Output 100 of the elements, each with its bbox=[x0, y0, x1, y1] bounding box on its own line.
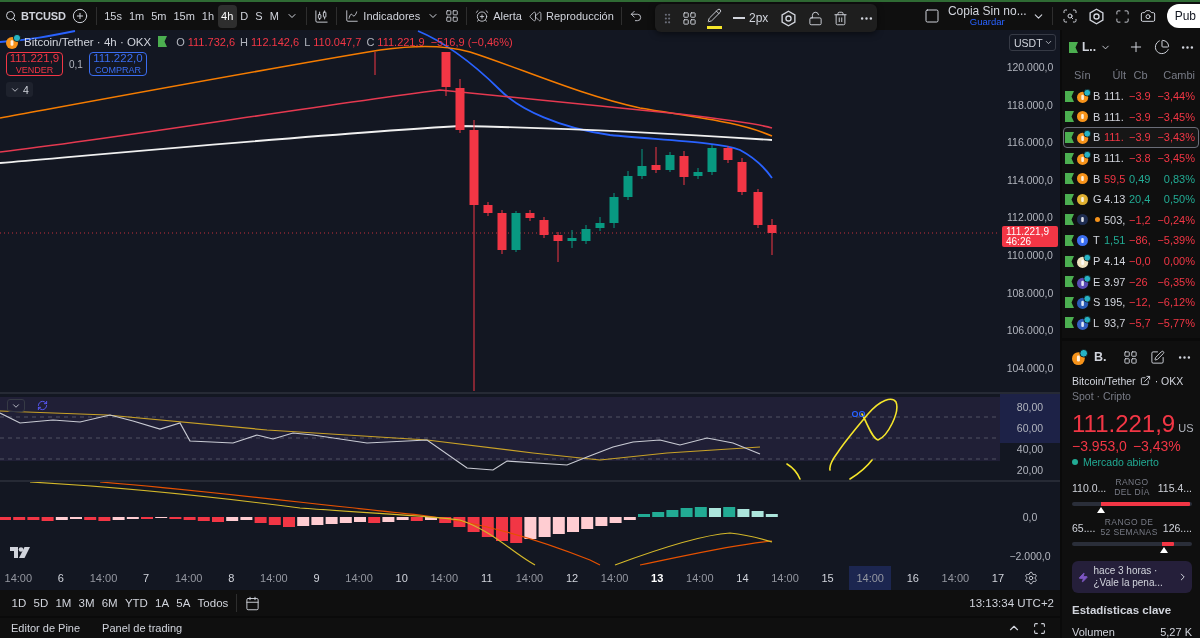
column-header[interactable]: Cambi bbox=[1155, 69, 1195, 81]
maximize-icon[interactable] bbox=[1033, 621, 1046, 635]
currency-select[interactable]: USDT bbox=[1009, 34, 1056, 51]
interval-tab[interactable]: 15m bbox=[169, 4, 199, 28]
watchlist-row[interactable]: B 59,5 0,49 0,83% bbox=[1063, 168, 1199, 189]
refresh-icon[interactable] bbox=[37, 400, 48, 411]
period-button[interactable]: 6M bbox=[98, 593, 122, 613]
alert-button[interactable]: Alerta bbox=[471, 4, 526, 28]
flag-icon[interactable] bbox=[1065, 214, 1074, 226]
watchlist-row[interactable]: B 111. −3.9 −3,45% bbox=[1063, 106, 1199, 128]
interval-tab[interactable]: 1h bbox=[198, 4, 218, 28]
plus-icon[interactable] bbox=[1128, 39, 1144, 55]
symbol-cell: G bbox=[1093, 193, 1101, 206]
unlock-icon[interactable] bbox=[808, 10, 824, 26]
camera-icon[interactable] bbox=[1139, 8, 1156, 24]
pie-chart-icon[interactable] bbox=[1154, 39, 1170, 55]
trash-icon[interactable] bbox=[833, 10, 849, 26]
watchlist-row[interactable]: S 195, −12, −6,12% bbox=[1063, 291, 1199, 313]
flag-icon[interactable] bbox=[1065, 173, 1074, 185]
bullish-candle bbox=[693, 167, 703, 180]
flag-icon[interactable] bbox=[158, 36, 168, 47]
histogram-bar bbox=[581, 517, 594, 529]
period-button[interactable]: 1M bbox=[51, 593, 75, 613]
column-header[interactable]: Cb bbox=[1129, 69, 1152, 81]
instrument-name[interactable]: Bitcoin/Tether bbox=[1072, 374, 1136, 387]
period-button[interactable]: 5D bbox=[29, 593, 52, 613]
search-icon[interactable] bbox=[1061, 8, 1078, 24]
watchlist-row[interactable]: G 4.13 20,4 0,50% bbox=[1063, 188, 1199, 210]
time-label: 14:00 bbox=[770, 571, 800, 586]
watchlist-row[interactable]: B 111. −3.9 −3,44% bbox=[1063, 86, 1199, 107]
last-price-cell: 195, bbox=[1104, 296, 1126, 309]
calendar-icon[interactable] bbox=[244, 595, 260, 611]
fullscreen-icon[interactable] bbox=[1114, 8, 1130, 24]
candlestick-icon[interactable] bbox=[314, 8, 330, 24]
flag-icon[interactable] bbox=[1065, 276, 1074, 288]
replay-button[interactable]: Reproducción bbox=[525, 4, 617, 28]
period-button[interactable]: Todos bbox=[194, 593, 232, 613]
interval-tab[interactable]: 15s bbox=[100, 4, 126, 28]
period-button[interactable]: YTD bbox=[121, 593, 152, 613]
watchlist-row[interactable]: 503, −1,2 −0,24% bbox=[1063, 209, 1199, 231]
panel-tab[interactable]: Panel de trading bbox=[97, 619, 188, 637]
interval-tab[interactable]: 1m bbox=[125, 4, 148, 28]
external-link-icon[interactable] bbox=[1139, 375, 1151, 386]
publish-button[interactable]: Pub bbox=[1166, 4, 1200, 28]
flag-icon[interactable] bbox=[1065, 296, 1074, 308]
indicators-toggle-button[interactable]: 4 bbox=[6, 82, 33, 97]
sell-button[interactable]: 111.221,9 VENDER bbox=[6, 52, 63, 76]
period-button[interactable]: 3M bbox=[74, 593, 99, 613]
price-label: 104.000,0 bbox=[1006, 361, 1054, 374]
flag-icon[interactable] bbox=[1065, 152, 1074, 164]
period-button[interactable]: 1A bbox=[151, 593, 173, 613]
period-button[interactable]: 5A bbox=[172, 593, 194, 613]
flag-icon[interactable] bbox=[1065, 317, 1074, 329]
bearish-candle bbox=[525, 209, 535, 222]
flag-icon[interactable] bbox=[1065, 111, 1074, 123]
line-width-button[interactable]: 2px bbox=[728, 6, 774, 30]
watchlist-row[interactable]: E 3.97 −26 −6,35% bbox=[1063, 271, 1199, 292]
flag-icon[interactable] bbox=[1065, 132, 1074, 143]
symbol-cell: B bbox=[1093, 90, 1101, 103]
watchlist-row[interactable]: L 93,7 −5,7 −5,77% bbox=[1063, 312, 1199, 334]
flag-icon[interactable] bbox=[1069, 41, 1078, 53]
watchlist-select-button[interactable]: L.. bbox=[1067, 36, 1113, 58]
settings-icon[interactable] bbox=[780, 9, 798, 27]
column-header[interactable]: Sín bbox=[1065, 69, 1101, 81]
grid-icon[interactable] bbox=[445, 9, 460, 23]
buy-button[interactable]: 111.222,0 COMPRAR bbox=[88, 52, 147, 76]
settings-icon[interactable] bbox=[1087, 7, 1105, 25]
flag-icon[interactable] bbox=[1065, 234, 1074, 246]
collapse-button[interactable] bbox=[7, 399, 25, 412]
bearish-candle bbox=[651, 146, 661, 174]
bearish-candle bbox=[737, 157, 747, 196]
interval-tab[interactable]: S bbox=[251, 4, 267, 28]
interval-tab[interactable]: 4h bbox=[217, 4, 237, 28]
watchlist-row[interactable]: P 4.14 −0,0 0,00% bbox=[1063, 250, 1199, 272]
time-label: 13 bbox=[650, 571, 665, 586]
watchlist-row[interactable]: T 1,51 −86, −5,39% bbox=[1063, 230, 1199, 251]
settings-icon[interactable] bbox=[1024, 571, 1039, 585]
plus-circle-icon[interactable] bbox=[71, 8, 88, 24]
flag-icon[interactable] bbox=[1065, 255, 1074, 267]
undo-icon[interactable] bbox=[628, 9, 643, 23]
interval-tab[interactable]: D bbox=[236, 4, 252, 28]
square-icon[interactable] bbox=[923, 8, 940, 24]
news-card[interactable]: hace 3 horas · ¿Vale la pena... bbox=[1072, 561, 1192, 593]
column-header[interactable]: Últ bbox=[1104, 69, 1126, 81]
indicators-button[interactable]: Indicadores bbox=[341, 4, 425, 28]
line-color-button[interactable] bbox=[707, 7, 722, 29]
flag-icon[interactable] bbox=[1065, 193, 1074, 205]
watchlist-row[interactable]: B 111. −3.8 −3,45% bbox=[1063, 147, 1199, 169]
grid-icon[interactable] bbox=[1123, 349, 1138, 365]
save-button[interactable]: Guardar bbox=[969, 17, 1005, 28]
flag-icon[interactable] bbox=[1065, 90, 1074, 102]
symbol-search-button[interactable]: BTCUSD bbox=[3, 4, 68, 28]
edit-icon[interactable] bbox=[1150, 349, 1165, 365]
grid-icon[interactable] bbox=[682, 10, 697, 26]
watchlist-row[interactable]: B 111. −3.9 −3,43% bbox=[1063, 127, 1199, 148]
layout-name[interactable]: Copia Sin no... bbox=[947, 4, 1027, 18]
period-button[interactable]: 1D bbox=[8, 593, 30, 613]
panel-tab[interactable]: Editor de Pine bbox=[6, 619, 86, 637]
interval-tab[interactable]: 5m bbox=[147, 4, 170, 28]
interval-tab[interactable]: M bbox=[266, 4, 283, 28]
